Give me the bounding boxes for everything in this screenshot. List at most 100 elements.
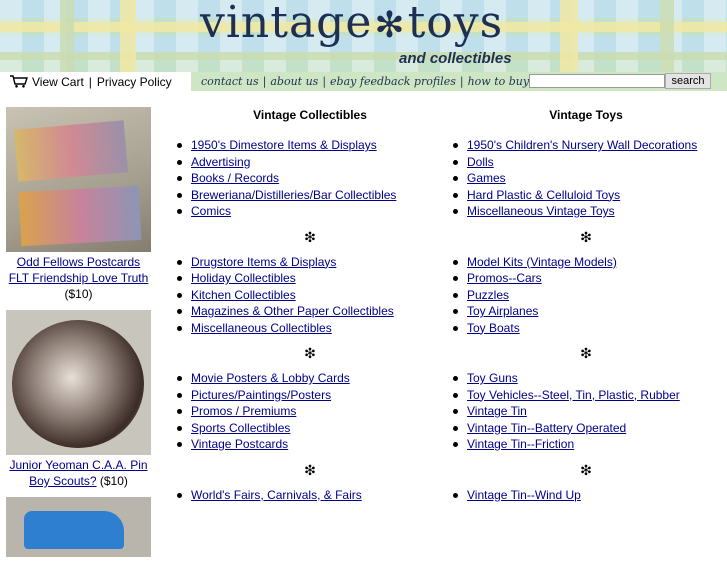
featured-products: Odd Fellows Postcards FLT Friendship Lov…	[0, 107, 157, 565]
view-cart-label[interactable]: View Cart	[32, 75, 84, 89]
divider-icon: ❇	[580, 461, 592, 478]
list-item: Drugstore Items & Displays	[170, 254, 450, 271]
category-link[interactable]: Books / Records	[191, 171, 279, 185]
search-button[interactable]: search	[665, 73, 711, 89]
category-list: 1950's Dimestore Items & Displays Advert…	[170, 137, 450, 220]
nav-ebay-feedback[interactable]: ebay feedback profiles	[330, 75, 456, 88]
account-nav: View Cart | Privacy Policy	[0, 72, 191, 91]
product-image-pin[interactable]	[6, 310, 151, 455]
category-link[interactable]: Miscellaneous Collectibles	[191, 321, 332, 335]
list-item: Miscellaneous Collectibles	[170, 320, 450, 337]
view-cart-link[interactable]: View Cart	[10, 75, 84, 89]
logo-word-vintage: vintage	[200, 0, 373, 48]
list-item: World's Fairs, Carnivals, & Fairs	[170, 487, 450, 504]
category-link[interactable]: Movie Posters & Lobby Cards	[191, 371, 350, 385]
category-link[interactable]: Promos--Cars	[467, 271, 542, 285]
list-item: Vintage Postcards	[170, 436, 450, 453]
privacy-policy-link[interactable]: Privacy Policy	[97, 75, 172, 89]
list-item: Pictures/Paintings/Posters	[170, 387, 450, 404]
product-price: ($10)	[64, 287, 93, 301]
product-title-line1[interactable]: Odd Fellows Postcards	[17, 255, 140, 269]
divider-icon: ❇	[304, 461, 316, 478]
cart-icon	[10, 75, 28, 88]
list-item: Holiday Collectibles	[170, 270, 450, 287]
list-item: Vintage Tin--Battery Operated	[446, 420, 726, 437]
list-item: Vintage Tin	[446, 403, 726, 420]
list-item: Promos / Premiums	[170, 403, 450, 420]
category-link[interactable]: Advertising	[191, 155, 250, 169]
list-item: Kitchen Collectibles	[170, 287, 450, 304]
category-link[interactable]: Magazines & Other Paper Collectibles	[191, 304, 394, 318]
category-column-collectibles: Vintage Collectibles 1950's Dimestore It…	[170, 107, 450, 503]
category-link[interactable]: 1950's Dimestore Items & Displays	[191, 138, 377, 152]
category-link[interactable]: Puzzles	[467, 288, 509, 302]
list-item: 1950's Children's Nursery Wall Decoratio…	[446, 137, 726, 154]
category-list: Toy Guns Toy Vehicles--Steel, Tin, Plast…	[446, 370, 726, 453]
site-tagline: and collectibles	[399, 50, 512, 67]
category-link[interactable]: Hard Plastic & Celluloid Toys	[467, 188, 620, 202]
category-link[interactable]: Toy Airplanes	[467, 304, 538, 318]
product-card: Odd Fellows Postcards FLT Friendship Lov…	[0, 107, 157, 302]
divider-icon: ❇	[580, 228, 592, 245]
list-item: Vintage Tin--Friction	[446, 436, 726, 453]
list-item: 1950's Dimestore Items & Displays	[170, 137, 450, 154]
category-link[interactable]: Vintage Tin--Friction	[467, 437, 574, 451]
category-link[interactable]: Vintage Tin--Wind Up	[467, 488, 581, 502]
category-link[interactable]: Vintage Tin--Battery Operated	[467, 421, 626, 435]
list-item: Toy Boats	[446, 320, 726, 337]
category-link[interactable]: 1950's Children's Nursery Wall Decoratio…	[467, 138, 697, 152]
nav-about-us[interactable]: about us	[270, 75, 318, 88]
product-title-line2[interactable]: Boy Scouts?	[29, 474, 96, 488]
category-link[interactable]: World's Fairs, Carnivals, & Fairs	[191, 488, 362, 502]
list-item: Promos--Cars	[446, 270, 726, 287]
category-link[interactable]: Toy Guns	[467, 371, 518, 385]
nav-separator: |	[88, 74, 92, 89]
search-input[interactable]	[529, 74, 665, 88]
category-link[interactable]: Model Kits (Vintage Models)	[467, 255, 617, 269]
product-card: Junior Yeoman C.A.A. Pin Boy Scouts? ($1…	[0, 310, 157, 489]
logo-word-toys: toys	[407, 0, 504, 48]
category-link[interactable]: Toy Vehicles--Steel, Tin, Plastic, Rubbe…	[467, 388, 680, 402]
list-item: Dolls	[446, 154, 726, 171]
list-item: Model Kits (Vintage Models)	[446, 254, 726, 271]
product-price: ($10)	[99, 474, 128, 488]
main-nav-links: contact us | about us | ebay feedback profil…	[201, 75, 530, 88]
divider-icon: ❇	[304, 228, 316, 245]
category-link[interactable]: Vintage Tin	[467, 404, 527, 418]
category-link[interactable]: Comics	[191, 204, 231, 218]
divider-icon: ❇	[304, 345, 316, 361]
product-image-toy[interactable]	[6, 497, 151, 557]
product-image-postcards[interactable]	[6, 107, 151, 252]
list-item: Puzzles	[446, 287, 726, 304]
category-link[interactable]: Pictures/Paintings/Posters	[191, 388, 331, 402]
list-item: Breweriana/Distilleries/Bar Collectibles	[170, 187, 450, 204]
site-logo[interactable]: vintage✻toys	[200, 0, 503, 49]
category-list: Drugstore Items & Displays Holiday Colle…	[170, 254, 450, 337]
category-link[interactable]: Dolls	[467, 155, 494, 169]
list-item: Books / Records	[170, 170, 450, 187]
category-list: Movie Posters & Lobby Cards Pictures/Pai…	[170, 370, 450, 453]
list-item: Magazines & Other Paper Collectibles	[170, 303, 450, 320]
category-link[interactable]: Sports Collectibles	[191, 421, 290, 435]
category-list: Model Kits (Vintage Models) Promos--Cars…	[446, 254, 726, 337]
category-link[interactable]: Drugstore Items & Displays	[191, 255, 336, 269]
category-link[interactable]: Miscellaneous Vintage Toys	[467, 204, 615, 218]
list-item: Advertising	[170, 154, 450, 171]
nav-how-to-buy[interactable]: how to buy	[468, 75, 530, 88]
category-link[interactable]: Toy Boats	[467, 321, 520, 335]
list-item: Hard Plastic & Celluloid Toys	[446, 187, 726, 204]
category-link[interactable]: Kitchen Collectibles	[191, 288, 296, 302]
column-heading: Vintage Collectibles	[253, 108, 367, 122]
list-item: Movie Posters & Lobby Cards	[170, 370, 450, 387]
nav-contact-us[interactable]: contact us	[201, 75, 259, 88]
product-title-line1[interactable]: Junior Yeoman C.A.A. Pin	[9, 458, 147, 472]
category-link[interactable]: Promos / Premiums	[191, 404, 296, 418]
product-title-line2[interactable]: FLT Friendship Love Truth	[9, 271, 149, 285]
main-nav: contact us | about us | ebay feedback profil…	[191, 72, 727, 91]
category-link[interactable]: Games	[467, 171, 506, 185]
category-link[interactable]: Breweriana/Distilleries/Bar Collectibles	[191, 188, 396, 202]
list-item: Sports Collectibles	[170, 420, 450, 437]
category-list: World's Fairs, Carnivals, & Fairs	[170, 487, 450, 504]
category-link[interactable]: Holiday Collectibles	[191, 271, 296, 285]
category-link[interactable]: Vintage Postcards	[191, 437, 288, 451]
